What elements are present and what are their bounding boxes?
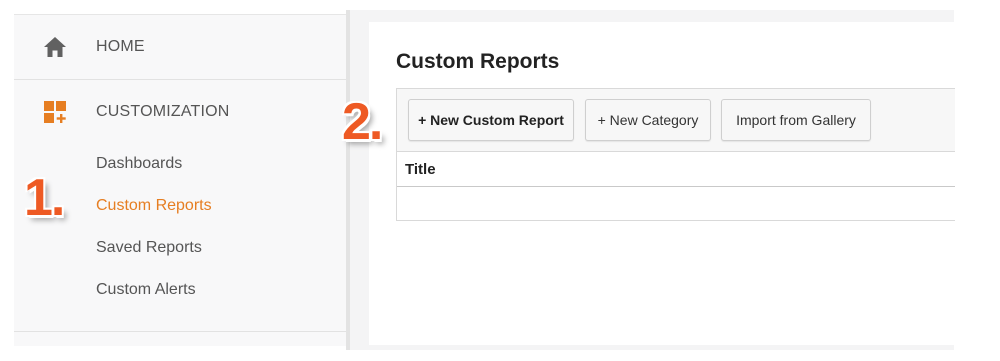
- home-icon: [42, 34, 68, 60]
- sidebar-section-customization[interactable]: CUSTOMIZATION: [14, 80, 348, 144]
- new-category-button[interactable]: + New Category: [585, 99, 711, 141]
- new-custom-report-button[interactable]: + New Custom Report: [408, 99, 574, 141]
- sidebar-item-saved-reports[interactable]: Saved Reports: [96, 239, 202, 257]
- table-header: Title: [397, 152, 955, 187]
- sidebar-item-dashboards[interactable]: Dashboards: [96, 155, 182, 173]
- column-header-title[interactable]: Title: [405, 161, 436, 178]
- sidebar-item-home[interactable]: HOME: [14, 15, 348, 80]
- sidebar-section-label: CUSTOMIZATION: [96, 103, 230, 120]
- table-row: [397, 187, 955, 219]
- import-from-gallery-button[interactable]: Import from Gallery: [721, 99, 871, 141]
- sidebar-item-custom-reports[interactable]: Custom Reports: [96, 197, 212, 215]
- step-marker-2: 2.: [342, 93, 383, 151]
- divider: [14, 331, 348, 332]
- sidebar-item-custom-alerts[interactable]: Custom Alerts: [96, 281, 196, 299]
- dashboard-add-icon: [42, 99, 68, 125]
- sidebar-item-label: HOME: [96, 38, 145, 55]
- reports-table: + New Custom Report + New Category Impor…: [396, 88, 955, 221]
- sidebar: HOME CUSTOMIZATION Dashboards Custom Rep…: [14, 14, 348, 346]
- page-title: Custom Reports: [396, 50, 560, 73]
- step-marker-1: 1.: [24, 169, 65, 227]
- table-toolbar: + New Custom Report + New Category Impor…: [397, 89, 955, 152]
